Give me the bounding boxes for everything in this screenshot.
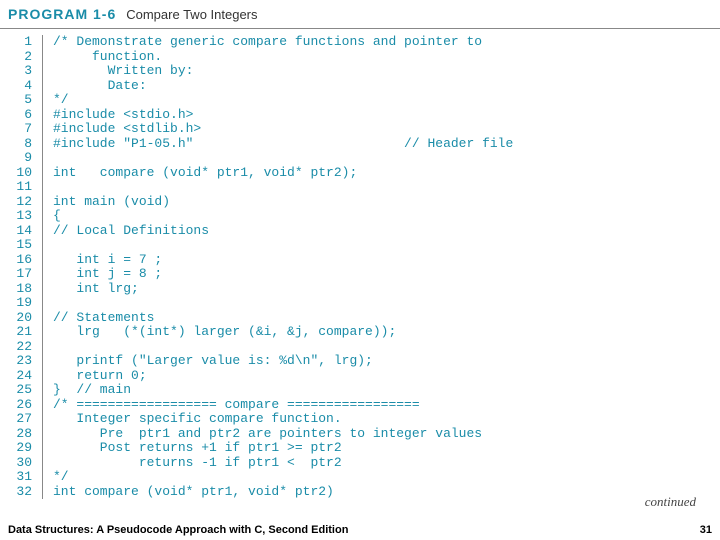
line-number: 17: [4, 267, 32, 282]
code-line: function.: [53, 50, 513, 65]
continued-label: continued: [645, 494, 696, 510]
code-body: /* Demonstrate generic compare functions…: [43, 35, 513, 499]
line-number: 23: [4, 354, 32, 369]
code-line: Written by:: [53, 64, 513, 79]
code-line: #include <stdlib.h>: [53, 122, 513, 137]
code-line: {: [53, 209, 513, 224]
line-number: 27: [4, 412, 32, 427]
code-line: return 0;: [53, 369, 513, 384]
code-line: } // main: [53, 383, 513, 398]
code-line: [53, 180, 513, 195]
line-number: 24: [4, 369, 32, 384]
line-number: 6: [4, 108, 32, 123]
line-number: 16: [4, 253, 32, 268]
line-number-gutter: 1234567891011121314151617181920212223242…: [4, 35, 43, 499]
line-number: 1: [4, 35, 32, 50]
code-line: */: [53, 470, 513, 485]
line-number: 4: [4, 79, 32, 94]
code-line: // Local Definitions: [53, 224, 513, 239]
line-number: 18: [4, 282, 32, 297]
line-number: 10: [4, 166, 32, 181]
code-line: */: [53, 93, 513, 108]
line-number: 8: [4, 137, 32, 152]
line-number: 5: [4, 93, 32, 108]
line-number: 28: [4, 427, 32, 442]
code-line: int compare (void* ptr1, void* ptr2);: [53, 166, 513, 181]
line-number: 31: [4, 470, 32, 485]
code-line: Date:: [53, 79, 513, 94]
code-line: lrg (*(int*) larger (&i, &j, compare));: [53, 325, 513, 340]
code-line: Pre ptr1 and ptr2 are pointers to intege…: [53, 427, 513, 442]
code-line: [53, 340, 513, 355]
line-number: 21: [4, 325, 32, 340]
book-title: Data Structures: A Pseudocode Approach w…: [8, 524, 348, 536]
code-line: [53, 296, 513, 311]
program-header: PROGRAM 1-6 Compare Two Integers: [0, 0, 720, 29]
code-line: /* Demonstrate generic compare functions…: [53, 35, 513, 50]
code-line: [53, 151, 513, 166]
code-line: int compare (void* ptr1, void* ptr2): [53, 485, 513, 500]
code-line: #include "P1-05.h" // Header file: [53, 137, 513, 152]
code-line: /* ================== compare ==========…: [53, 398, 513, 413]
code-line: // Statements: [53, 311, 513, 326]
code-line: printf ("Larger value is: %d\n", lrg);: [53, 354, 513, 369]
line-number: 15: [4, 238, 32, 253]
page-number: 31: [700, 524, 712, 536]
line-number: 26: [4, 398, 32, 413]
line-number: 14: [4, 224, 32, 239]
line-number: 11: [4, 180, 32, 195]
code-line: Post returns +1 if ptr1 >= ptr2: [53, 441, 513, 456]
line-number: 2: [4, 50, 32, 65]
line-number: 22: [4, 340, 32, 355]
line-number: 3: [4, 64, 32, 79]
line-number: 12: [4, 195, 32, 210]
program-label: PROGRAM 1-6: [8, 6, 116, 22]
code-line: int lrg;: [53, 282, 513, 297]
code-line: [53, 238, 513, 253]
line-number: 32: [4, 485, 32, 500]
line-number: 19: [4, 296, 32, 311]
page-footer: Data Structures: A Pseudocode Approach w…: [8, 524, 712, 536]
code-listing: 1234567891011121314151617181920212223242…: [0, 29, 720, 499]
code-line: Integer specific compare function.: [53, 412, 513, 427]
line-number: 9: [4, 151, 32, 166]
line-number: 13: [4, 209, 32, 224]
line-number: 20: [4, 311, 32, 326]
line-number: 29: [4, 441, 32, 456]
line-number: 25: [4, 383, 32, 398]
code-line: returns -1 if ptr1 < ptr2: [53, 456, 513, 471]
program-title: Compare Two Integers: [126, 7, 257, 22]
code-line: int i = 7 ;: [53, 253, 513, 268]
line-number: 7: [4, 122, 32, 137]
code-line: #include <stdio.h>: [53, 108, 513, 123]
code-line: int main (void): [53, 195, 513, 210]
code-line: int j = 8 ;: [53, 267, 513, 282]
line-number: 30: [4, 456, 32, 471]
